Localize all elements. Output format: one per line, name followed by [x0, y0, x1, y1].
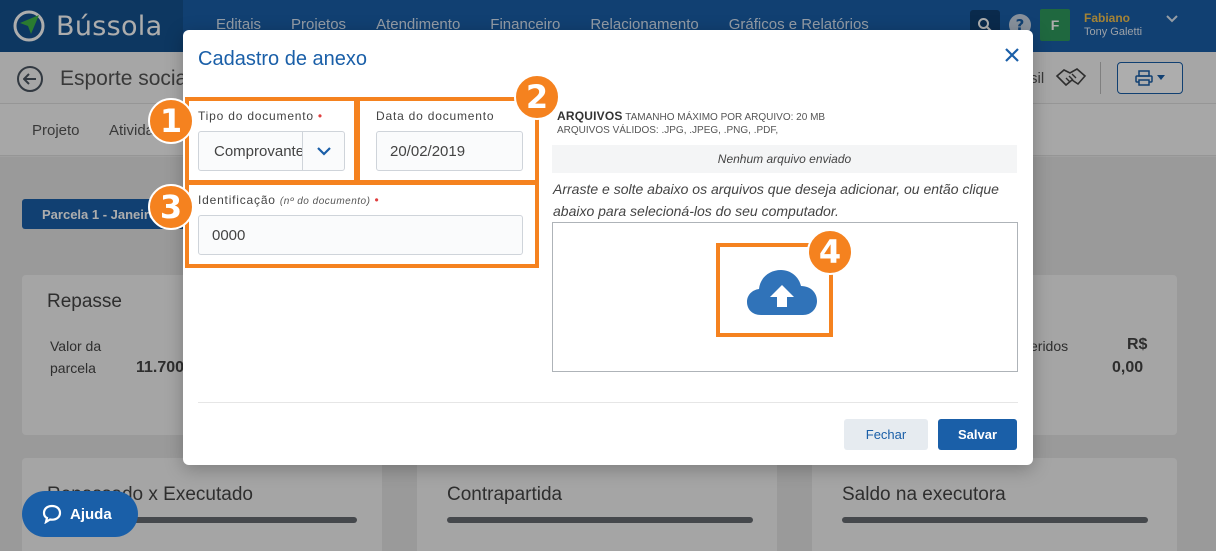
help-button[interactable]: Ajuda — [22, 491, 138, 537]
save-button[interactable]: Salvar — [938, 419, 1017, 450]
callout-number-3: 3 — [148, 184, 194, 230]
close-button[interactable] — [1001, 44, 1023, 66]
chat-bubble-icon — [42, 504, 62, 524]
arquivos-valid-types: ARQUIVOS VÁLIDOS: .JPG, .JPEG, .PNG, .PD… — [557, 125, 779, 136]
arquivos-title: ARQUIVOS — [557, 109, 623, 123]
callout-box-tipo — [185, 97, 358, 184]
arquivos-max-size: TAMANHO MÁXIMO POR ARQUIVO: 20 MB — [625, 112, 826, 123]
modal-title: Cadastro de anexo — [198, 48, 368, 70]
callout-number-2: 2 — [514, 74, 560, 120]
arquivos-header: ARQUIVOS TAMANHO MÁXIMO POR ARQUIVO: 20 … — [557, 110, 825, 137]
callout-box-identificacao — [185, 181, 539, 268]
callout-box-data — [356, 97, 539, 184]
help-label: Ajuda — [70, 505, 112, 523]
close-modal-button[interactable]: Fechar — [844, 419, 928, 450]
callout-number-4: 4 — [807, 229, 853, 275]
close-icon — [1005, 48, 1019, 62]
callout-number-1: 1 — [148, 98, 194, 144]
drop-instructions: Arraste e solte abaixo os arquivos que d… — [553, 181, 999, 219]
no-files-notice: Nenhum arquivo enviado — [552, 145, 1017, 173]
modal-divider — [198, 402, 1018, 403]
